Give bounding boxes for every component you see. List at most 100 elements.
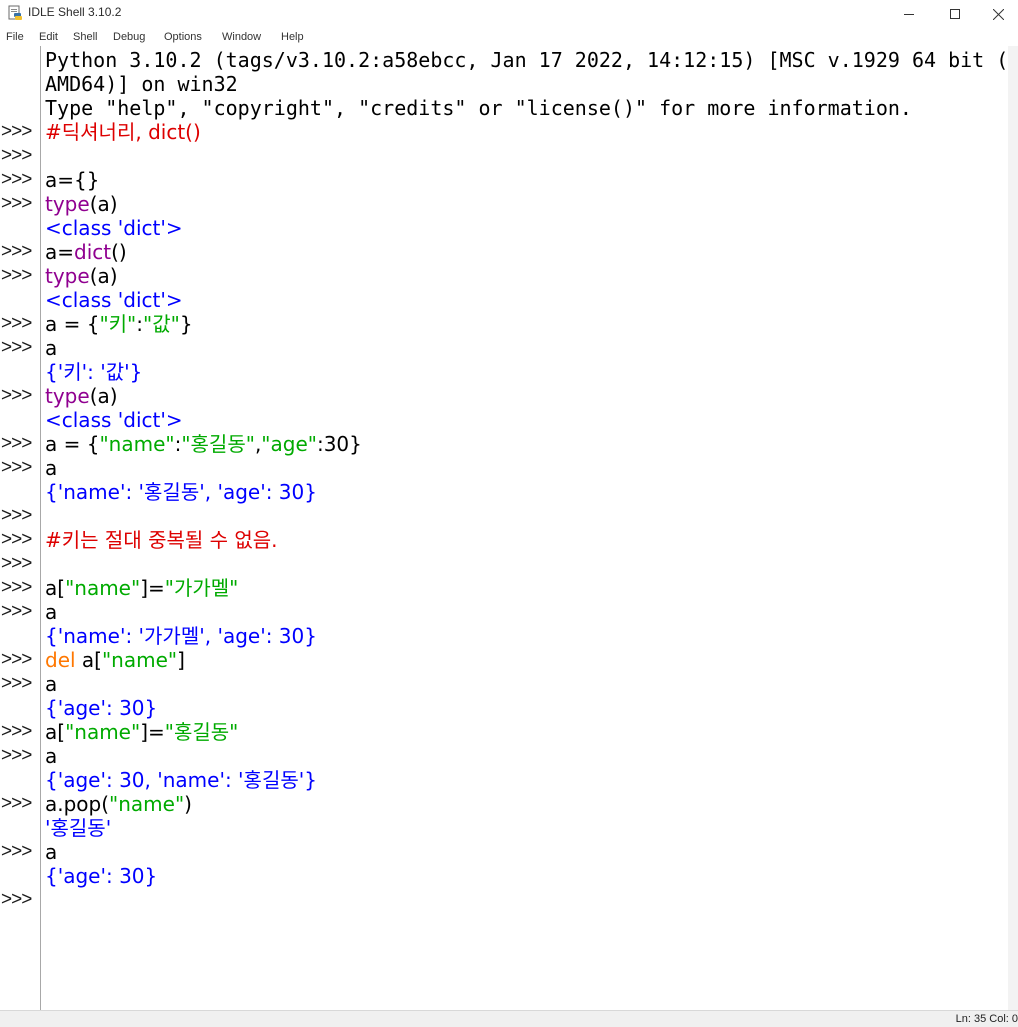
- code-token-plain: Python 3.10.2 (tags/v3.10.2:a58ebcc, Jan…: [45, 48, 1008, 72]
- menu-file[interactable]: File: [6, 30, 24, 44]
- title-bar: IDLE Shell 3.10.2: [0, 0, 1018, 28]
- shell-input-line: type(a): [45, 384, 118, 408]
- minimize-icon: [904, 14, 914, 15]
- shell-output-line: Type "help", "copyright", "credits" or "…: [45, 96, 912, 120]
- prompt-gutter: >>> >>> >>> >>> >>> >>> >>> >>> >>> >>> >>> >>> >>> >…: [0, 46, 40, 1010]
- code-token-plain: :30}: [316, 432, 362, 456]
- shell-prompt: >>>: [1, 553, 32, 574]
- menu-options[interactable]: Options: [164, 30, 202, 44]
- code-token-plain: (a): [89, 384, 118, 408]
- shell-output-line: <class 'dict'>: [45, 288, 183, 312]
- code-token-stdout: <class 'dict'>: [45, 408, 183, 432]
- menu-debug[interactable]: Debug: [113, 30, 145, 44]
- shell-input-line: a.pop("name"): [45, 792, 192, 816]
- shell-output-line: {'키': '값'}: [45, 360, 142, 384]
- code-token-plain: a[: [45, 720, 66, 744]
- idle-app-icon: [8, 5, 22, 20]
- shell-input-line: #키는 절대 중복될 수 없음.: [45, 528, 278, 552]
- code-token-string: "name": [65, 720, 141, 744]
- code-token-plain: }: [179, 312, 193, 336]
- shell-prompt: >>>: [1, 193, 32, 214]
- shell-input-line: del a["name"]: [45, 648, 185, 672]
- shell-prompt: >>>: [1, 457, 32, 478]
- shell-input-line: #딕셔너리, dict(): [45, 120, 201, 144]
- close-icon: [992, 8, 1004, 20]
- code-token-plain: (a): [89, 264, 118, 288]
- shell-output-line: {'name': '홍길동', 'age': 30}: [45, 480, 317, 504]
- shell-prompt: >>>: [1, 649, 32, 670]
- code-token-builtin: dict: [74, 240, 112, 264]
- shell-output-line: <class 'dict'>: [45, 216, 183, 240]
- code-token-string: "name": [99, 432, 175, 456]
- shell-output-line: {'age': 30}: [45, 864, 157, 888]
- window-title: IDLE Shell 3.10.2: [28, 5, 122, 19]
- shell-output-line: Python 3.10.2 (tags/v3.10.2:a58ebcc, Jan…: [45, 48, 1008, 72]
- shell-prompt: >>>: [1, 169, 32, 190]
- shell-text-area[interactable]: Python 3.10.2 (tags/v3.10.2:a58ebcc, Jan…: [41, 46, 1008, 1010]
- shell-output-line: {'age': 30}: [45, 696, 157, 720]
- code-token-plain: ]=: [140, 576, 165, 600]
- code-token-stdout: {'name': '홍길동', 'age': 30}: [45, 480, 317, 504]
- shell-input-line: a=dict(): [45, 240, 127, 264]
- shell-output-line: <class 'dict'>: [45, 408, 183, 432]
- shell-output-line: {'age': 30, 'name': '홍길동'}: [45, 768, 317, 792]
- shell-input-line: type(a): [45, 192, 118, 216]
- shell-input-line: a: [45, 336, 57, 360]
- shell-input-line: a: [45, 672, 57, 696]
- code-token-plain: ]=: [140, 720, 165, 744]
- code-token-plain: a: [45, 456, 58, 480]
- code-token-string: "키": [99, 312, 137, 336]
- shell-output-line: {'name': '가가멜', 'age': 30}: [45, 624, 317, 648]
- shell-prompt: >>>: [1, 505, 32, 526]
- shell-input-line: type(a): [45, 264, 118, 288]
- close-button[interactable]: [978, 0, 1018, 28]
- code-token-plain: a: [45, 336, 58, 360]
- shell-prompt: >>>: [1, 601, 32, 622]
- shell-prompt: >>>: [1, 241, 32, 262]
- code-token-string: "age": [261, 432, 317, 456]
- shell-prompt: >>>: [1, 721, 32, 742]
- shell-input-line: a: [45, 840, 57, 864]
- menu-help[interactable]: Help: [281, 30, 304, 44]
- shell-prompt: >>>: [1, 385, 32, 406]
- shell-input-line: a = {"name":"홍길동","age":30}: [45, 432, 362, 456]
- menu-shell[interactable]: Shell: [73, 30, 97, 44]
- shell-prompt: >>>: [1, 841, 32, 862]
- shell-input-line: a: [45, 744, 57, 768]
- code-token-string: "값": [143, 312, 180, 336]
- status-bar: Ln: 35 Col: 0: [0, 1010, 1018, 1027]
- shell-prompt: >>>: [1, 337, 32, 358]
- code-token-stdout: {'name': '가가멜', 'age': 30}: [45, 624, 317, 648]
- code-token-plain: a.pop(: [45, 792, 110, 816]
- code-token-stdout: <class 'dict'>: [45, 288, 183, 312]
- shell-prompt: >>>: [1, 265, 32, 286]
- shell-input-line: a = {"키":"값"}: [45, 312, 193, 336]
- code-token-builtin: type: [45, 384, 90, 408]
- shell-output-line: AMD64)] on win32: [45, 72, 238, 96]
- code-token-plain: (): [111, 240, 127, 264]
- shell-input-line: a={}: [45, 168, 99, 192]
- shell-input-line: a["name"]="가가멜": [45, 576, 238, 600]
- code-token-keyword: del: [45, 648, 76, 672]
- code-token-string: "홍길동": [181, 432, 255, 456]
- code-token-plain: a: [45, 840, 58, 864]
- shell-prompt: >>>: [1, 577, 32, 598]
- shell-prompt: >>>: [1, 529, 32, 550]
- minimize-button[interactable]: [886, 0, 932, 28]
- menu-window[interactable]: Window: [222, 30, 261, 44]
- code-token-plain: a={}: [45, 168, 100, 192]
- vertical-scrollbar[interactable]: [1008, 46, 1018, 1010]
- maximize-icon: [950, 9, 960, 19]
- code-token-plain: a = {: [45, 432, 100, 456]
- code-token-stdout: {'age': 30}: [45, 864, 158, 888]
- code-token-string: "name": [109, 792, 185, 816]
- shell-input-line: a["name"]="홍길동": [45, 720, 238, 744]
- code-token-comment: #키는 절대 중복될 수 없음.: [45, 528, 278, 552]
- code-token-plain: a: [45, 600, 58, 624]
- code-token-builtin: type: [45, 192, 90, 216]
- code-token-plain: a: [45, 672, 58, 696]
- code-token-plain: ]: [177, 648, 185, 672]
- maximize-button[interactable]: [932, 0, 978, 28]
- menu-edit[interactable]: Edit: [39, 30, 58, 44]
- code-token-plain: a: [45, 744, 58, 768]
